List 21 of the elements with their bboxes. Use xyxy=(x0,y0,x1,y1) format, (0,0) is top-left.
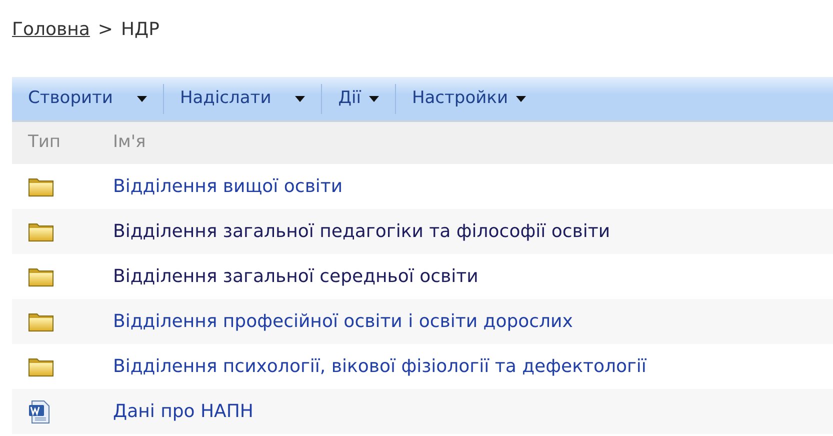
item-link[interactable]: Відділення психології, вікової фізіології та дефектології xyxy=(113,353,646,380)
folder-icon xyxy=(28,357,54,378)
toolbar-menu-button[interactable]: Дії xyxy=(322,86,385,112)
folder-icon xyxy=(28,267,54,288)
document-icon xyxy=(28,400,52,424)
caret-icon xyxy=(295,96,306,102)
breadcrumb-link[interactable]: Головна xyxy=(12,16,90,77)
item-link[interactable]: Відділення вищої освіти xyxy=(113,173,343,200)
caret-icon xyxy=(368,96,379,102)
caret-icon xyxy=(516,96,526,102)
toolbar-menu-button[interactable]: Створити xyxy=(12,86,153,112)
folder-icon xyxy=(28,312,54,332)
item-link[interactable]: Відділення загальної середньої освіти xyxy=(113,263,478,290)
breadcrumb-text: > xyxy=(98,18,114,42)
caret-icon xyxy=(136,96,147,102)
folder-icon xyxy=(28,177,54,198)
item-link[interactable]: Дані про НАПН xyxy=(113,398,254,425)
folder-icon xyxy=(28,222,54,242)
toolbar-menu-button[interactable]: Настройки xyxy=(396,86,532,112)
toolbar-menu-button[interactable]: Надіслати xyxy=(164,86,312,112)
breadcrumb-text: НДР xyxy=(121,18,160,42)
